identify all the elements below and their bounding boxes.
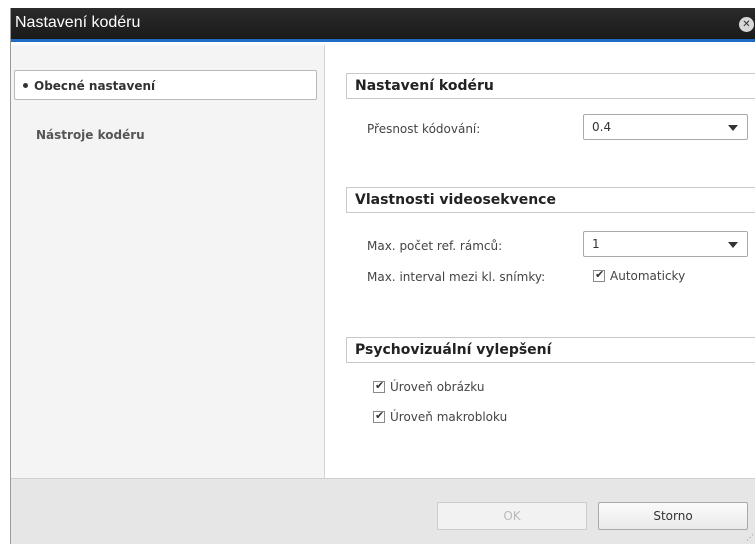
refframes-label: Max. počet ref. rámců: (367, 239, 503, 253)
cancel-button[interactable]: Storno (598, 502, 748, 530)
title-bar: Nastavení kodéru ✕ (11, 8, 755, 42)
precision-label: Přesnost kódování: (367, 122, 481, 136)
sidebar: Obecné nastavení Nástroje kodéru (11, 45, 325, 478)
chevron-down-icon (728, 125, 738, 131)
macroblock-level-label: Úroveň makrobloku (390, 410, 508, 424)
encoder-settings-window: Nastavení kodéru ✕ Obecné nastavení Nást… (10, 8, 755, 544)
section-header-video: Vlastnosti videosekvence (346, 187, 755, 213)
picture-level-label: Úroveň obrázku (390, 380, 485, 394)
close-icon[interactable]: ✕ (739, 17, 754, 32)
keyint-auto-label: Automaticky (610, 269, 686, 283)
bullet-icon (23, 83, 28, 88)
refframes-select[interactable]: 1 (583, 231, 748, 257)
precision-value: 0.4 (592, 120, 612, 134)
section-header-encoder: Nastavení kodéru (346, 73, 755, 99)
picture-level-checkbox[interactable]: Úroveň obrázku (373, 379, 485, 394)
section-header-psycho: Psychovizuální vylepšení (346, 337, 755, 363)
sidebar-item-general-settings[interactable]: Obecné nastavení (14, 70, 317, 100)
dialog-footer: OK Storno ⋰ (11, 478, 755, 544)
sidebar-item-encoder-tools[interactable]: Nástroje kodéru (14, 120, 317, 150)
refframes-value: 1 (592, 237, 600, 251)
resize-grip-icon[interactable]: ⋰ (746, 534, 754, 542)
sidebar-item-label: Nástroje kodéru (36, 128, 145, 142)
window-title: Nastavení kodéru (15, 14, 141, 31)
precision-select[interactable]: 0.4 (583, 114, 748, 140)
ok-button[interactable]: OK (437, 502, 587, 530)
chevron-down-icon (728, 242, 738, 248)
checkmark-icon[interactable] (373, 409, 385, 423)
keyint-label: Max. interval mezi kl. snímky: (367, 270, 546, 284)
settings-panel: Nastavení kodéru Přesnost kódování: 0.4 … (326, 45, 755, 478)
macroblock-level-checkbox[interactable]: Úroveň makrobloku (373, 409, 508, 424)
keyint-auto-checkbox[interactable]: Automaticky (593, 268, 686, 283)
checkmark-icon[interactable] (373, 379, 385, 393)
checkmark-icon[interactable] (593, 268, 605, 282)
sidebar-item-label: Obecné nastavení (34, 79, 156, 93)
